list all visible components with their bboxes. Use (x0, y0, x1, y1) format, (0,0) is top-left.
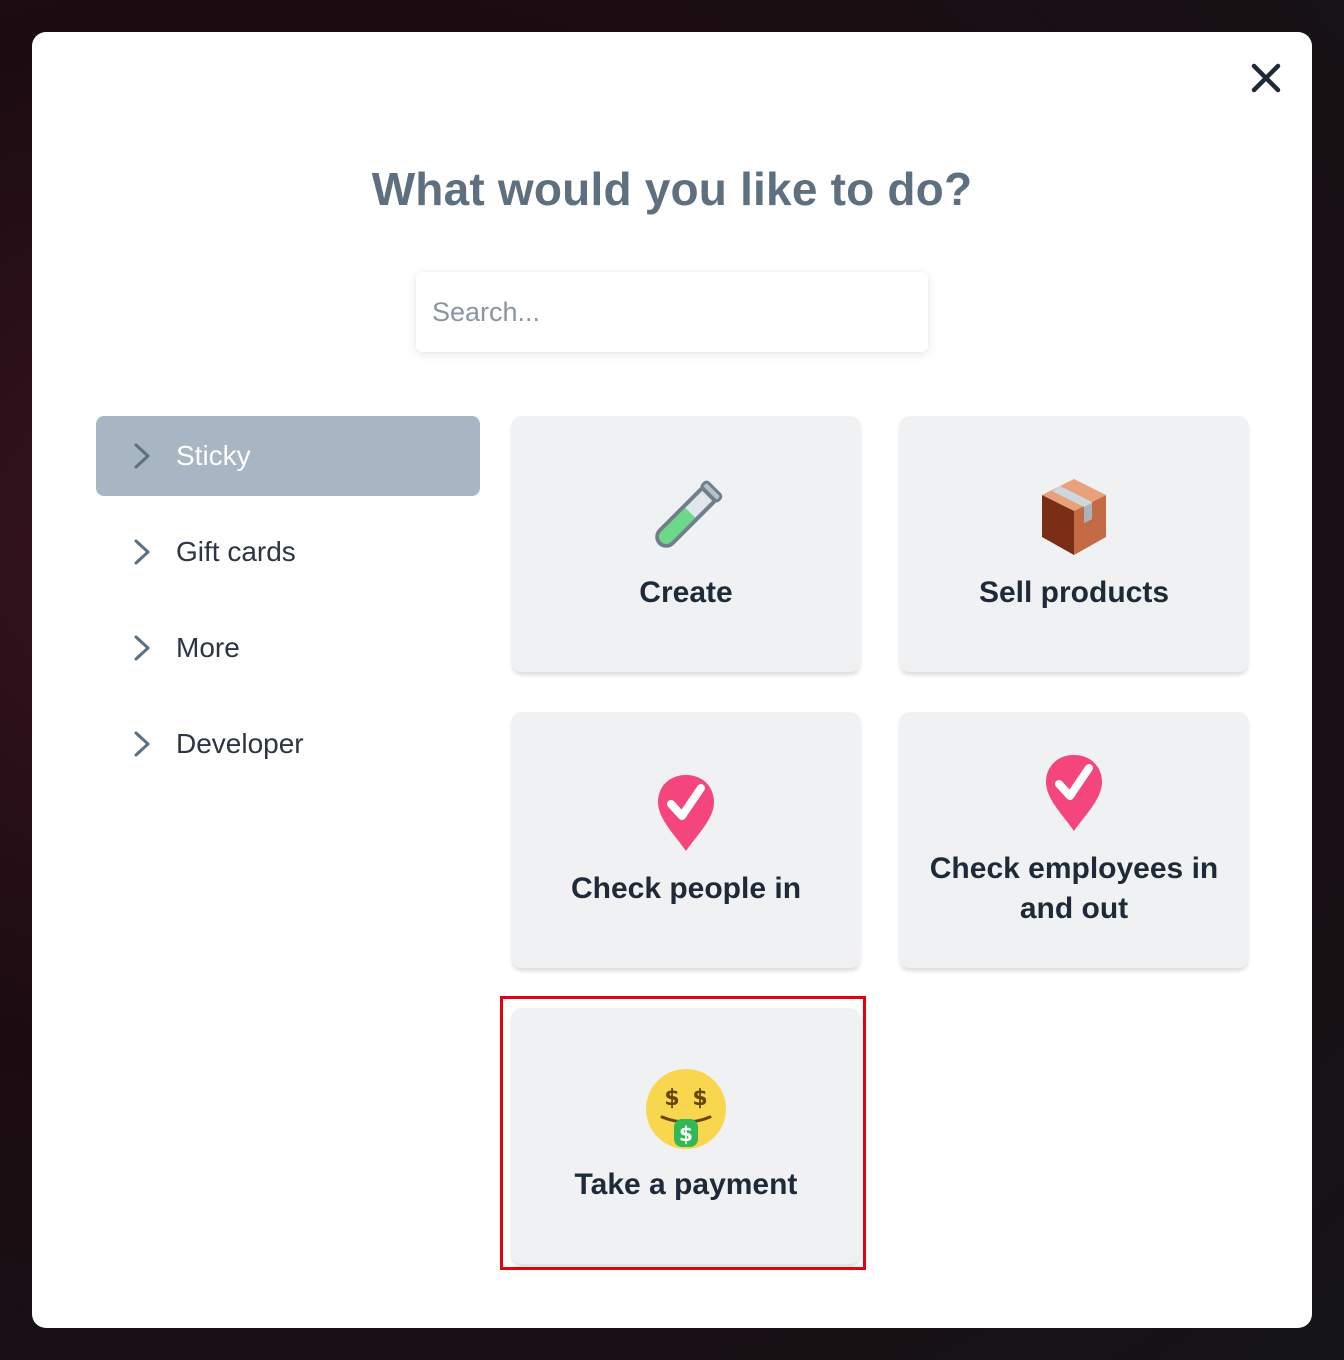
sidebar-item-more[interactable]: More (96, 608, 480, 688)
action-card-check-employees[interactable]: Check employees in and out (900, 712, 1248, 968)
close-icon (1251, 63, 1281, 93)
action-card-create[interactable]: Create (512, 416, 860, 672)
sidebar-item-sticky[interactable]: Sticky (96, 416, 480, 496)
sidebar-item-gift-cards[interactable]: Gift cards (96, 512, 480, 592)
action-card-sell-products[interactable]: Sell products (900, 416, 1248, 672)
test-tube-icon (644, 475, 728, 559)
search-input[interactable] (416, 272, 928, 352)
sidebar-item-label: Sticky (176, 440, 251, 471)
action-card-take-payment[interactable]: $ $ $ Take a payment (512, 1008, 860, 1264)
action-dialog: What would you like to do? Sticky Gift c… (32, 32, 1312, 1328)
sidebar-item-developer[interactable]: Developer (96, 704, 480, 784)
sidebar-item-label: More (176, 632, 240, 663)
close-button[interactable] (1246, 58, 1286, 98)
dialog-title: What would you like to do? (371, 163, 973, 215)
action-card-label: Create (639, 576, 733, 609)
checkmark-pin-icon (1032, 751, 1116, 835)
action-card-label: Check employees in and out (929, 852, 1219, 925)
sidebar-item-label: Gift cards (176, 536, 296, 567)
category-sidebar: Sticky Gift cards More Developer (96, 416, 480, 800)
chevron-right-icon (134, 635, 150, 661)
svg-text:$: $ (679, 1122, 693, 1146)
chevron-right-icon (134, 539, 150, 565)
package-box-icon (1032, 475, 1116, 559)
action-card-check-people-in[interactable]: Check people in (512, 712, 860, 968)
money-mouth-face-icon: $ $ $ (644, 1067, 728, 1151)
action-card-label: Take a payment (574, 1168, 798, 1201)
chevron-right-icon (134, 731, 150, 757)
action-card-label: Sell products (978, 576, 1170, 609)
action-card-label: Check people in (570, 872, 802, 905)
svg-text:$: $ (692, 1086, 707, 1111)
checkmark-pin-icon (644, 771, 728, 855)
chevron-right-icon (134, 443, 150, 469)
sidebar-item-label: Developer (176, 728, 304, 759)
svg-text:$: $ (664, 1086, 679, 1111)
